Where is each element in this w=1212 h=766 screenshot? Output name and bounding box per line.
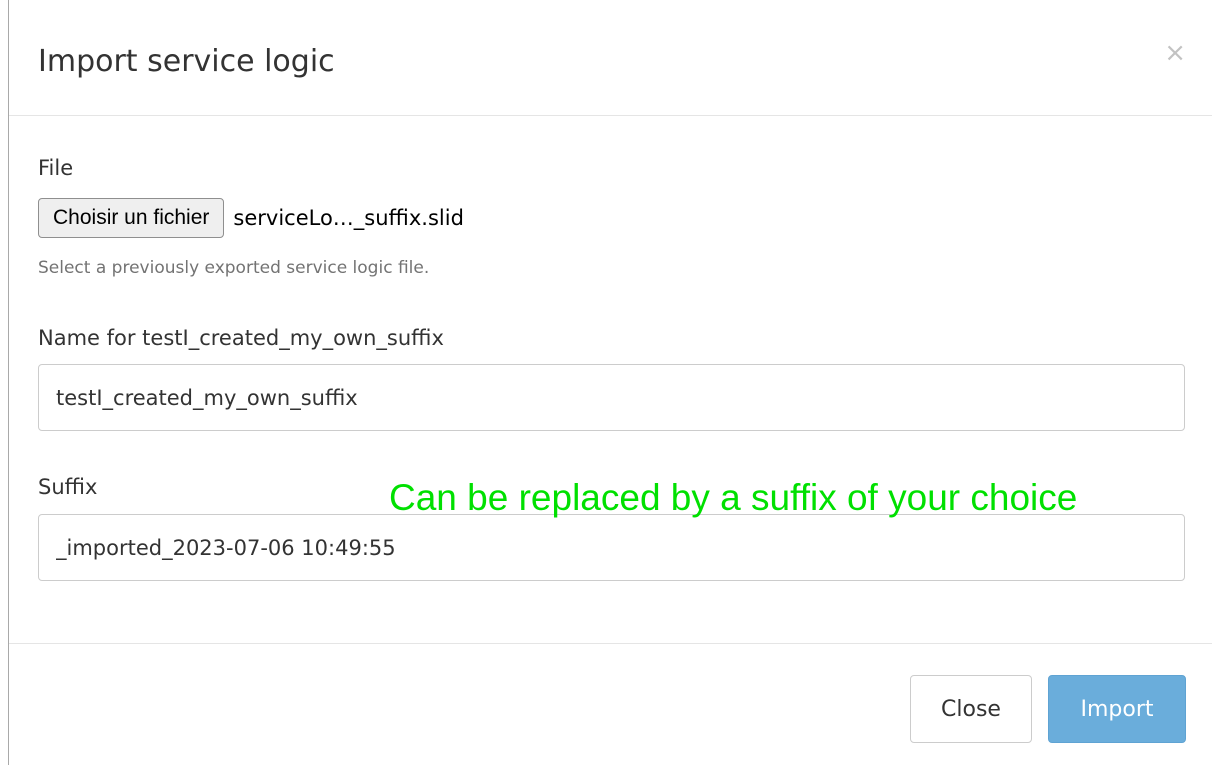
choose-file-button[interactable]: Choisir un fichier [38,198,225,238]
dialog-footer: Close Import [9,643,1212,766]
suffix-annotation: Can be replaced by a suffix of your choi… [389,477,1078,518]
import-button[interactable]: Import [1048,675,1186,743]
file-label: File [38,156,74,180]
dialog-header: Import service logic × [9,0,1212,116]
dialog-title: Import service logic [38,44,335,79]
file-picker: Choisir un fichier serviceLo…_suffix.sli… [38,198,464,238]
import-dialog: Import service logic × File Choisir un f… [9,0,1212,765]
suffix-label: Suffix [38,475,98,499]
name-label: Name for testI_created_my_own_suffix [38,326,444,350]
suffix-input[interactable] [38,514,1185,581]
close-button[interactable]: Close [910,675,1032,743]
dialog-body: File Choisir un fichier serviceLo…_suffi… [9,116,1212,643]
name-input[interactable] [38,364,1185,431]
file-help-text: Select a previously exported service log… [38,258,430,278]
selected-file-name: serviceLo…_suffix.slid [233,206,464,230]
close-icon[interactable]: × [1164,38,1186,68]
